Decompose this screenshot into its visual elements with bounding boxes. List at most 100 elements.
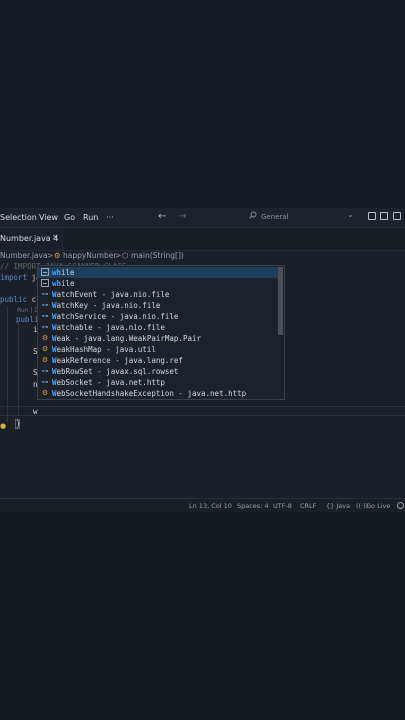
suggestion-label: Weak - java.lang.WeakPairMap.Pair [52,334,201,343]
search-icon [249,211,257,219]
keyword-icon [41,279,49,287]
breadcrumb: Number.java > ⚙ happyNumber > ⬡ main(Str… [0,250,405,262]
status-language[interactable]: {} Java [326,502,350,510]
suggestion-label: WatchEvent - java.nio.file [52,290,169,299]
indent-guide [18,322,19,416]
lightbulb-icon[interactable]: ● [0,422,6,430]
toggle-sidebar-icon[interactable] [368,212,376,220]
suggestion-rest: ebRowSet - javax.sql.rowset [56,367,179,376]
suggestion-item[interactable]: while [38,267,278,278]
suggestion-rest: eakHashMap - java.util [56,345,156,354]
close-icon[interactable]: ✕ [52,233,59,242]
suggestion-item[interactable]: ⚙ Weak - java.lang.WeakPairMap.Pair [38,333,278,344]
suggestion-rest: atchEvent - java.nio.file [56,290,170,299]
breadcrumb-separator: > [115,251,122,260]
tab-number-java[interactable]: Number.java 4 ✕ [0,228,63,250]
suggestion-label: WatchKey - java.nio.file [52,301,160,310]
status-encoding[interactable]: UTF-8 [273,502,292,510]
command-center[interactable]: General ⌄ [249,210,357,223]
current-line-highlight [0,406,405,416]
suggestion-item[interactable]: ⊶ WebSocket - java.net.http [38,377,278,388]
suggestion-rest: atchService - java.nio.file [56,312,179,321]
suggestion-item[interactable]: ⊶ WatchService - java.nio.file [38,311,278,322]
command-center-text: General [261,213,289,221]
dark-background-bottom [0,512,405,720]
suggestion-rest: ebSocketHandshakeException - java.net.ht… [56,389,247,398]
suggestion-rest: ile [61,279,75,288]
class-icon: ⚙ [41,334,49,342]
suggestion-item[interactable]: ⊶ WatchKey - java.nio.file [38,300,278,311]
interface-icon: ⊶ [41,367,49,375]
suggestion-rest: ile [61,268,75,277]
breadcrumb-class[interactable]: happyNumber [63,251,116,260]
tab-label: Number.java 4 [0,234,59,243]
dark-background-top [0,0,405,208]
suggestion-item[interactable]: ⊶ WatchEvent - java.nio.file [38,289,278,300]
suggestion-item[interactable]: ⊶ WebRowSet - javax.sql.rowset [38,366,278,377]
menu-view[interactable]: View [39,213,58,222]
bell-icon[interactable] [397,502,404,509]
suggestion-rest: ebSocket - java.net.http [56,378,165,387]
back-arrow-icon[interactable]: ← [158,211,166,222]
status-go-live[interactable]: Go Live [366,502,390,510]
menu-more[interactable]: ··· [106,213,114,222]
class-icon: ⚙ [41,356,49,364]
suggestions-scrollbar[interactable] [278,267,283,335]
tab-bar: Number.java 4 ✕ [0,228,405,251]
suggestion-rest: eakReference - java.lang.ref [56,356,183,365]
menu-selection[interactable]: Selection [0,213,37,222]
suggestion-label: WeakHashMap - java.util [52,345,156,354]
toggle-panel-icon[interactable] [380,212,388,220]
keyword-import: import [0,273,28,282]
class-icon: ⚙ [41,345,49,353]
suggestion-item[interactable]: ⚙ WebSocketHandshakeException - java.net.… [38,388,278,399]
status-bar: Ln 13, Col 10 Spaces: 4 UTF-8 CRLF {} Ja… [0,498,405,512]
interface-icon: ⊶ [41,323,49,331]
breadcrumb-separator: > [47,251,54,260]
class-icon: ⚙ [54,251,61,260]
method-icon: ⬡ [122,251,129,260]
menu-go[interactable]: Go [64,213,75,222]
indent-guide [7,306,8,422]
suggestion-item[interactable]: ⚙ WeakReference - java.lang.ref [38,355,278,366]
code-line-class: public cl [0,295,41,304]
menu-bar: Selection View Go Run ··· ← → General ⌄ [0,208,405,228]
suggestion-label: while [52,268,75,277]
suggestion-label: WebSocketHandshakeException - java.net.h… [52,389,246,398]
status-cursor-position[interactable]: Ln 13, Col 10 [189,502,232,510]
interface-icon: ⊶ [41,301,49,309]
status-eol[interactable]: CRLF [300,502,316,510]
interface-icon: ⊶ [41,378,49,386]
suggestion-label: Watchable - java.nio.file [52,323,165,332]
forward-arrow-icon[interactable]: → [178,211,186,222]
toggle-secondary-sidebar-icon[interactable] [393,212,401,220]
status-indentation[interactable]: Spaces: 4 [237,502,269,510]
interface-icon: ⊶ [41,312,49,320]
suggestion-item[interactable]: ⚙ WeakHashMap - java.util [38,344,278,355]
suggestion-match: wh [52,268,62,277]
menu-run[interactable]: Run [83,213,98,222]
suggestion-label: WebSocket - java.net.http [52,378,165,387]
chevron-down-icon[interactable]: ⌄ [347,210,354,219]
suggestion-label: WebRowSet - javax.sql.rowset [52,367,178,376]
breadcrumb-file[interactable]: Number.java [0,251,48,260]
suggestion-match: wh [52,279,62,288]
class-icon: ⚙ [41,389,49,397]
suggestion-rest: atchKey - java.nio.file [56,301,161,310]
keyword-icon [41,268,49,276]
suggestion-label: WeakReference - java.lang.ref [52,356,183,365]
suggestion-rest: eak - java.lang.WeakPairMap.Pair [56,334,202,343]
keyword-public: public [0,295,28,304]
code-line-current: w [33,407,38,416]
suggestion-item[interactable]: while [38,278,278,289]
autocomplete-suggestions[interactable]: ⚙ WebSocketHandshakeException - java.net.… [37,265,285,400]
suggestion-label: while [52,279,75,288]
code-line-close-brace: } [16,419,21,428]
code-line-method: publi [16,315,39,324]
suggestion-item[interactable]: ⊶ Watchable - java.nio.file [38,322,278,333]
suggestion-rest: atchable - java.nio.file [56,323,165,332]
breadcrumb-method[interactable]: main(String[]) [131,251,184,260]
code-line-import: import ja [0,273,41,282]
interface-icon: ⊶ [41,290,49,298]
suggestion-label: WatchService - java.nio.file [52,312,178,321]
